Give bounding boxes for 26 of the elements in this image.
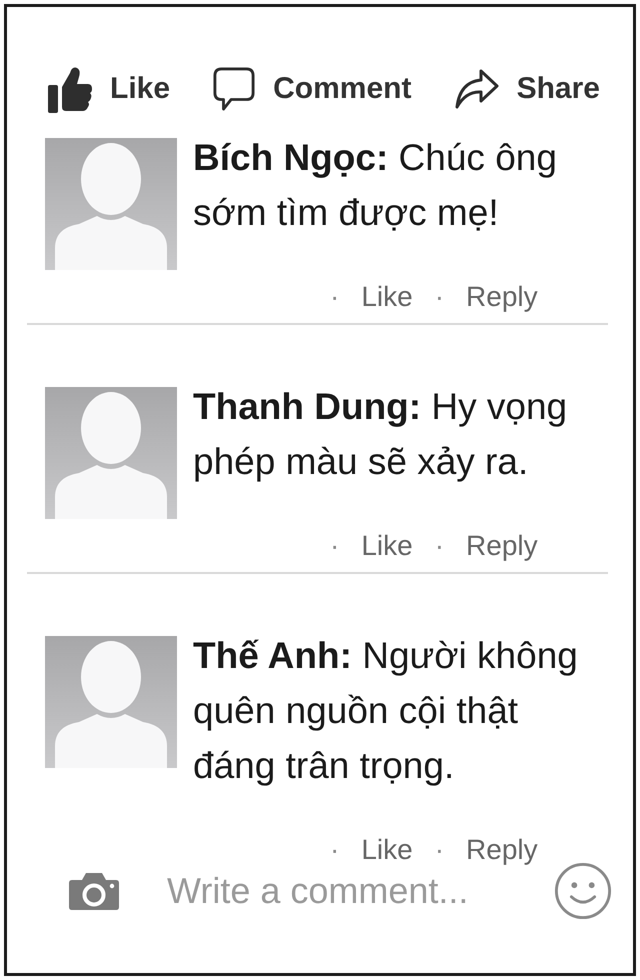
thumbs-up-icon xyxy=(48,65,92,113)
comment-button[interactable]: Comment xyxy=(213,67,412,111)
camera-button[interactable] xyxy=(68,871,120,911)
comment-action-link[interactable]: Like xyxy=(361,282,413,312)
separator-dot: · xyxy=(434,282,444,312)
share-arrow-icon xyxy=(454,69,499,109)
comment-action-link[interactable]: Reply xyxy=(466,531,538,561)
separator-dot: · xyxy=(330,531,340,561)
emoji-button[interactable] xyxy=(554,862,612,920)
smiley-icon xyxy=(554,862,612,920)
comment-action-link[interactable]: Like xyxy=(361,531,413,561)
separator-dot: · xyxy=(330,835,340,865)
separator-dot: · xyxy=(434,835,444,865)
share-button[interactable]: Share xyxy=(454,69,600,109)
camera-icon xyxy=(68,871,120,911)
comment-input[interactable]: Write a comment... xyxy=(167,869,507,913)
comment-action-link[interactable]: Like xyxy=(361,835,413,865)
separator-dot: · xyxy=(434,531,444,561)
speech-bubble-icon xyxy=(213,67,256,111)
comment-text: Bích Ngọc: Chúc ông sớm tìm được mẹ! xyxy=(193,136,558,235)
comment-action-link[interactable]: Reply xyxy=(466,282,538,312)
separator-dot: · xyxy=(330,282,340,312)
like-button[interactable]: Like xyxy=(48,65,170,113)
comment-text: Thanh Dung: Hy vọng phép màu sẽ xảy ra. xyxy=(193,385,568,484)
comment-action-link[interactable]: Reply xyxy=(466,835,538,865)
comment-text: Thế Anh: Người không quên nguồn cội thật đáng trân trọng. xyxy=(193,634,579,788)
